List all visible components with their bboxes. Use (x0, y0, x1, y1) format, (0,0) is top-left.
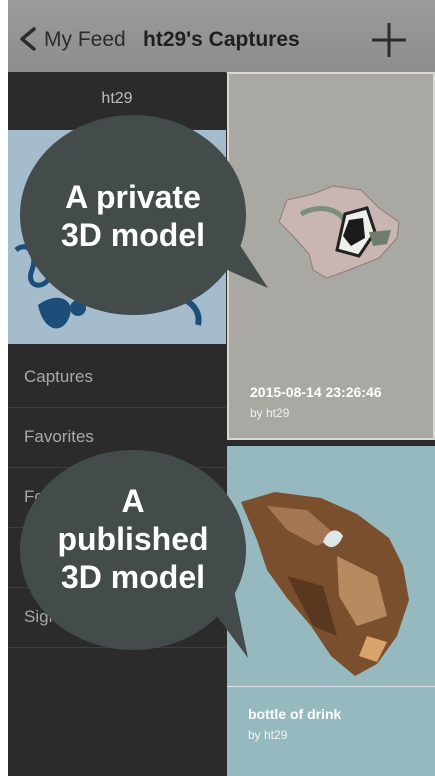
annotation-bubbles (20, 115, 268, 658)
annotation-published-text: A published 3D model (57, 483, 209, 595)
annotation-private-text: A private 3D model (60, 179, 206, 253)
